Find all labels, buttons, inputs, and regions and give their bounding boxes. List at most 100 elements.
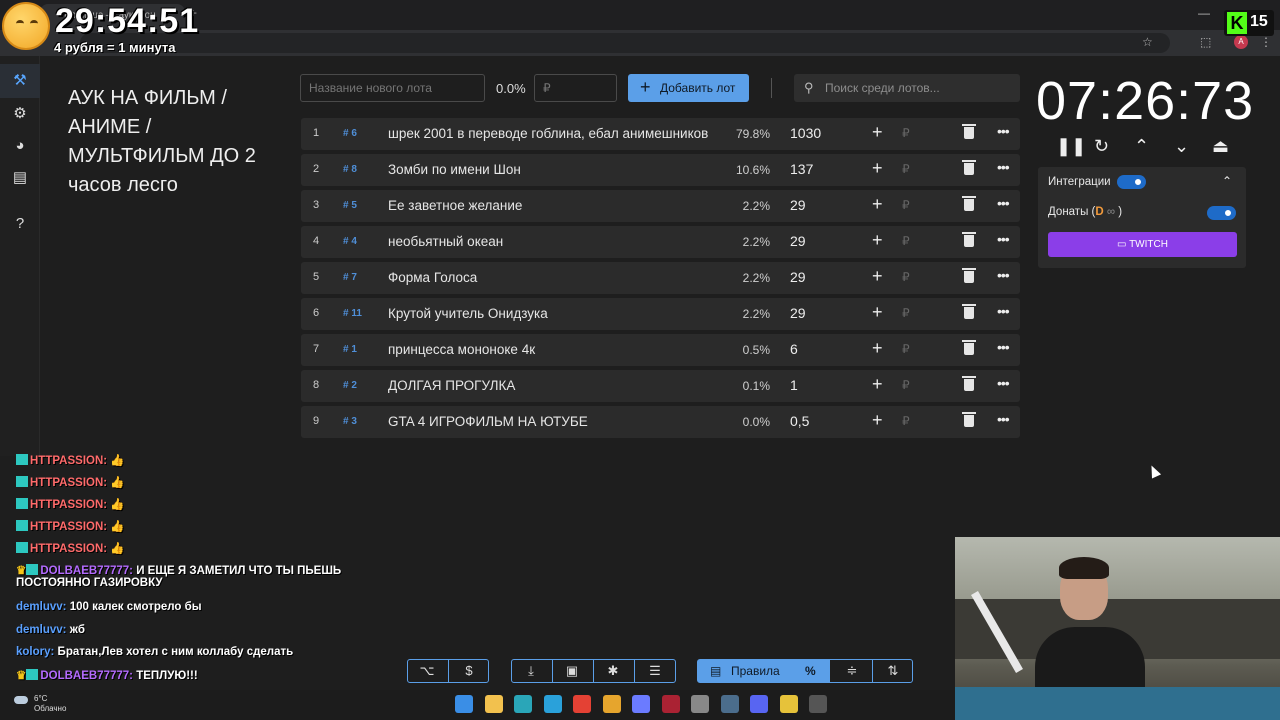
lot-row[interactable]: 6 # 11 Крутой учитель Онидзука 2.2% 29 + ₽ •••	[301, 298, 1020, 330]
donations-toggle[interactable]	[1207, 206, 1236, 220]
more-options-icon[interactable]: •••	[997, 267, 1010, 283]
ruble-input-icon[interactable]: ₽	[902, 270, 910, 284]
steam-icon[interactable]	[720, 695, 739, 713]
extensions-icon[interactable]: ⬚	[1200, 35, 1211, 49]
edge-browser-icon[interactable]	[514, 695, 532, 713]
ruble-input-icon[interactable]: ₽	[902, 378, 910, 392]
windows-start-icon[interactable]	[455, 695, 473, 713]
weather-widget[interactable]: 6°C Облачно	[34, 694, 66, 714]
more-options-icon[interactable]: •••	[997, 339, 1010, 355]
discord-icon[interactable]	[750, 695, 768, 713]
game-icon[interactable]	[779, 695, 798, 713]
delete-trash-icon[interactable]	[962, 232, 976, 247]
auction-gavel-icon[interactable]: ⚒	[0, 64, 40, 98]
more-options-icon[interactable]: •••	[997, 375, 1010, 391]
chrome-icon[interactable]	[573, 695, 591, 713]
clock-app-icon[interactable]	[691, 695, 709, 713]
more-options-icon[interactable]: •••	[997, 231, 1010, 247]
add-amount-icon[interactable]: +	[872, 158, 883, 179]
lot-name[interactable]: шрек 2001 в переводе гоблина, ебал аниме…	[388, 126, 718, 141]
delete-trash-icon[interactable]	[962, 376, 976, 391]
lot-row[interactable]: 5 # 7 Форма Голоса 2.2% 29 + ₽ •••	[301, 262, 1020, 294]
sort-icon[interactable]: ⇅	[876, 660, 910, 682]
ruble-input-icon[interactable]: ₽	[902, 126, 910, 140]
file-explorer-icon[interactable]	[484, 695, 503, 713]
lot-row[interactable]: 8 # 2 ДОЛГАЯ ПРОГУЛКА 0.1% 1 + ₽ •••	[301, 370, 1020, 402]
donate-dollar-icon[interactable]: $	[452, 660, 486, 682]
lot-name[interactable]: Ее заветное желание	[388, 198, 718, 213]
lot-name[interactable]: необьятный океан	[388, 234, 718, 249]
add-amount-icon[interactable]: +	[872, 302, 883, 323]
lot-amount[interactable]: 29	[790, 197, 806, 213]
add-amount-icon[interactable]: +	[872, 122, 883, 143]
new-lot-amount-input[interactable]	[534, 74, 617, 102]
wheel-pie-icon[interactable]: ◕	[10, 136, 30, 156]
lot-row[interactable]: 9 # 3 GTA 4 ИГРОФИЛЬМ НА ЮТУБЕ 0.0% 0,5 + ₽ •••	[301, 406, 1020, 438]
lot-row[interactable]: 7 # 1 принцесса мононоке 4к 0.5% 6 + ₽ •••	[301, 334, 1020, 366]
lot-row[interactable]: 1 # 6 шрек 2001 в переводе гоблина, ебал а…	[301, 118, 1020, 150]
menu-kebab-icon[interactable]: ⋮	[1260, 35, 1272, 49]
lot-amount[interactable]: 29	[790, 269, 806, 285]
telegram-icon[interactable]	[543, 695, 562, 713]
profile-avatar[interactable]: A	[1234, 35, 1248, 49]
lot-amount[interactable]: 0,5	[790, 413, 809, 429]
compact-view-icon[interactable]: ≑	[835, 660, 869, 682]
delete-trash-icon[interactable]	[962, 160, 976, 175]
lot-row[interactable]: 2 # 8 Зомби по имени Шон 10.6% 137 + ₽ •••	[301, 154, 1020, 186]
add-amount-icon[interactable]: +	[872, 338, 883, 359]
lot-amount[interactable]: 1030	[790, 125, 821, 141]
ruble-input-icon[interactable]: ₽	[902, 234, 910, 248]
history-clipboard-icon[interactable]: ▤	[10, 168, 30, 188]
rules-button[interactable]: ▤ Правила %	[698, 660, 830, 682]
settings-gear-icon[interactable]: ⚙	[10, 104, 30, 124]
ruble-input-icon[interactable]: ₽	[902, 414, 910, 428]
bug-report-icon[interactable]: ✱	[596, 660, 630, 682]
new-lot-name-input[interactable]	[300, 74, 485, 102]
lot-name[interactable]: Форма Голоса	[388, 270, 718, 285]
lot-row[interactable]: 4 # 4 необьятный океан 2.2% 29 + ₽ •••	[301, 226, 1020, 258]
add-amount-icon[interactable]: +	[872, 230, 883, 251]
timer-decrease-icon[interactable]: ⌄	[1174, 136, 1189, 157]
add-amount-icon[interactable]: +	[872, 410, 883, 431]
save-icon[interactable]: ▣	[555, 660, 589, 682]
omnibox[interactable]	[80, 33, 1170, 53]
obs-icon[interactable]	[602, 695, 621, 713]
timer-max-icon[interactable]: ⏏	[1212, 136, 1229, 157]
ruble-input-icon[interactable]: ₽	[902, 162, 910, 176]
delete-trash-icon[interactable]	[962, 304, 976, 319]
reset-timer-icon[interactable]: ↻	[1094, 136, 1109, 157]
stats-app-icon[interactable]	[632, 695, 650, 713]
add-lot-button[interactable]: + Добавить лот	[628, 74, 749, 102]
delete-trash-icon[interactable]	[962, 124, 976, 139]
add-amount-icon[interactable]: +	[872, 266, 883, 287]
lot-name[interactable]: GTA 4 ИГРОФИЛЬМ НА ЮТУБЕ	[388, 414, 718, 429]
ruble-input-icon[interactable]: ₽	[902, 306, 910, 320]
lot-amount[interactable]: 29	[790, 233, 806, 249]
more-options-icon[interactable]: •••	[997, 303, 1010, 319]
collapse-chevron-icon[interactable]: ⌃	[1222, 174, 1232, 188]
delete-trash-icon[interactable]	[962, 196, 976, 211]
add-amount-icon[interactable]: +	[872, 194, 883, 215]
delete-trash-icon[interactable]	[962, 340, 976, 355]
integrations-toggle[interactable]	[1117, 175, 1146, 189]
lot-amount[interactable]: 6	[790, 341, 798, 357]
lot-name[interactable]: Крутой учитель Онидзука	[388, 306, 718, 321]
percent-toggle-icon[interactable]: %	[805, 660, 816, 682]
more-options-icon[interactable]: •••	[997, 195, 1010, 211]
more-options-icon[interactable]: •••	[997, 411, 1010, 427]
delete-trash-icon[interactable]	[962, 268, 976, 283]
more-options-icon[interactable]: •••	[997, 123, 1010, 139]
ruble-input-icon[interactable]: ₽	[902, 198, 910, 212]
media-app-icon[interactable]	[661, 695, 680, 713]
lot-amount[interactable]: 29	[790, 305, 806, 321]
lot-name[interactable]: Зомби по имени Шон	[388, 162, 718, 177]
add-amount-icon[interactable]: +	[872, 374, 883, 395]
lot-name[interactable]: ДОЛГАЯ ПРОГУЛКА	[388, 378, 718, 393]
lot-search-input[interactable]: ⚲ Поиск среди лотов...	[794, 74, 1020, 102]
calculator-icon[interactable]	[809, 695, 827, 713]
lot-row[interactable]: 3 # 5 Ее заветное желание 2.2% 29 + ₽ •••	[301, 190, 1020, 222]
minimize-button[interactable]: —	[1198, 6, 1210, 20]
lot-amount[interactable]: 1	[790, 377, 798, 393]
help-question-icon[interactable]: ?	[10, 214, 30, 234]
twitch-button[interactable]: ▭ TWITCH	[1048, 232, 1237, 257]
